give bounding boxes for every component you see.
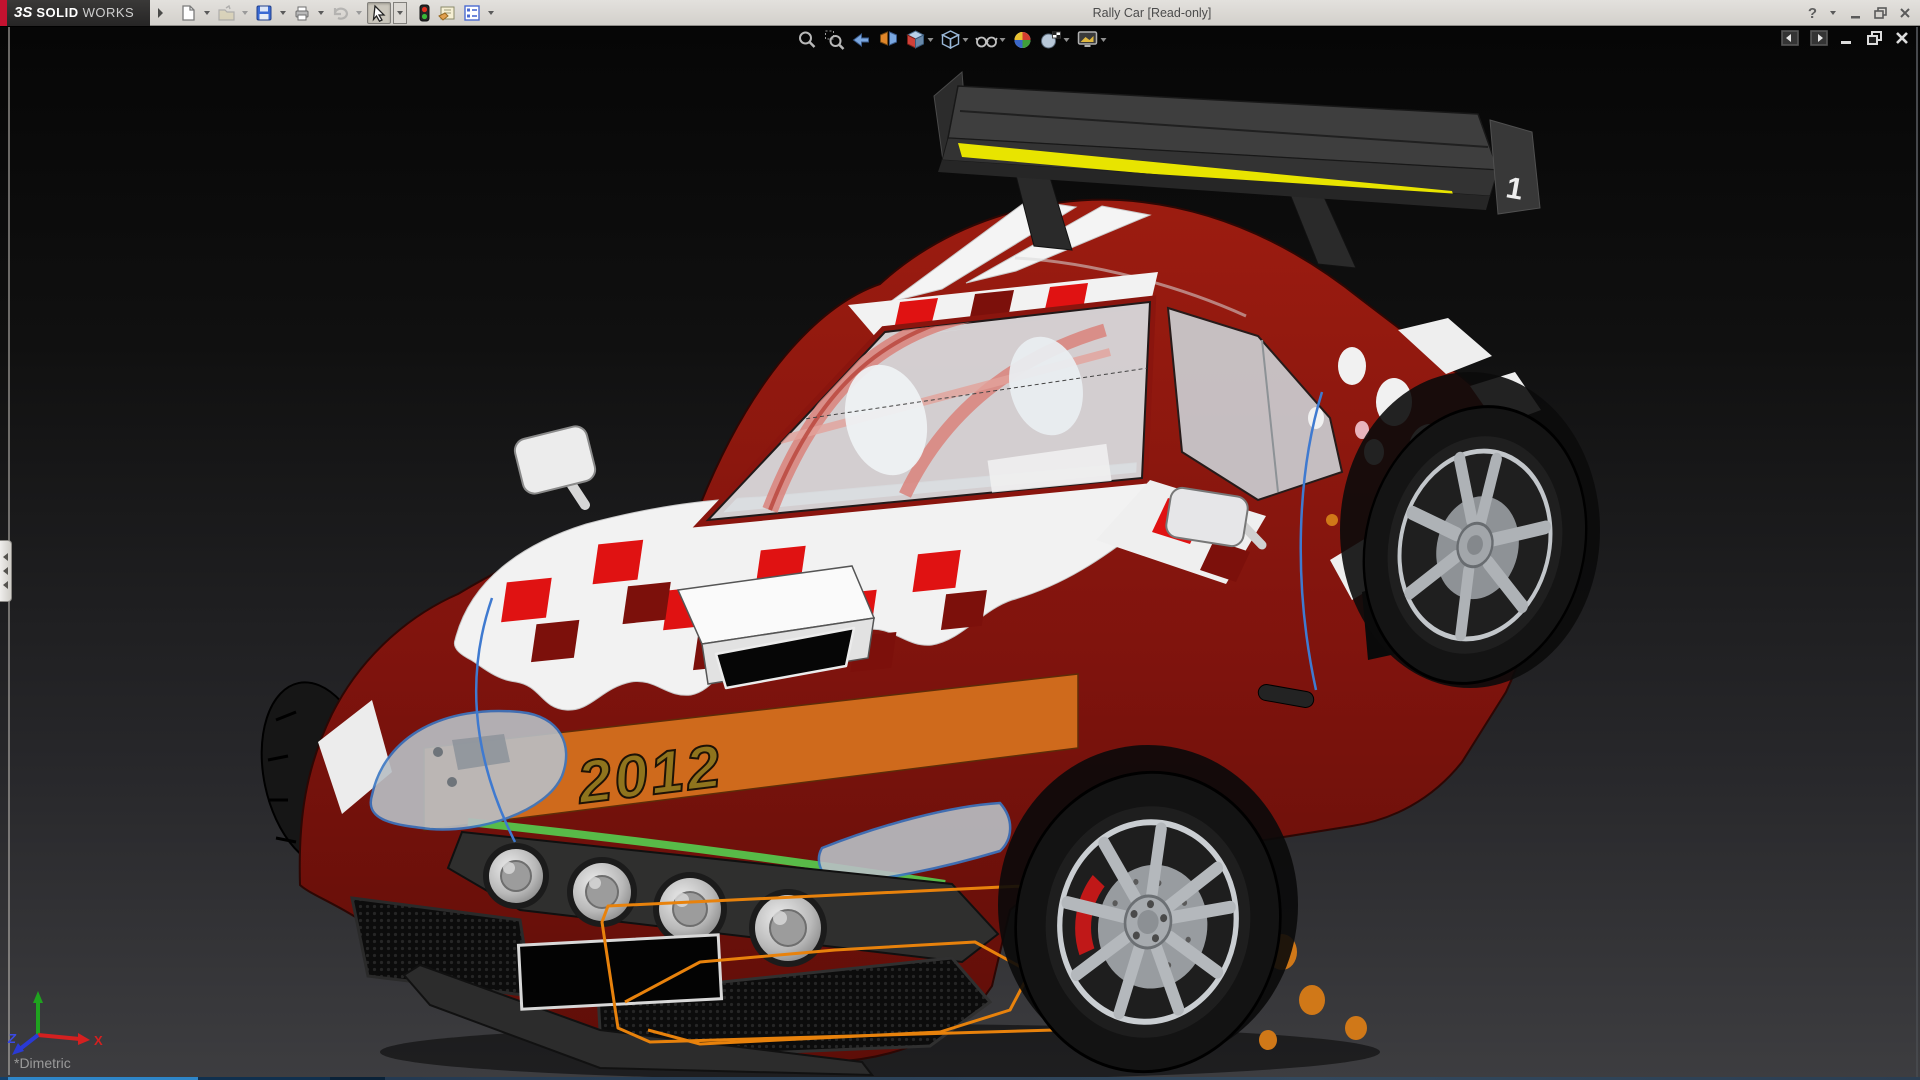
doc-restore-button[interactable] [1866,30,1883,46]
view-orientation-icon[interactable] [906,30,934,50]
license-plate-blank [518,935,721,1009]
collapse-arrow-icon [3,553,8,561]
options-button[interactable] [461,2,483,24]
left-mirror[interactable] [512,424,597,505]
section-view-icon[interactable] [879,30,899,50]
view-orientation-label: *Dimetric [14,1055,71,1071]
help-button[interactable]: ? [1808,5,1817,22]
zoom-to-fit-icon[interactable] [798,30,818,50]
collapse-arrow-icon [3,581,8,589]
document-window-controls [1781,30,1910,46]
edit-appearance-icon[interactable] [1013,30,1033,50]
minimize-button[interactable] [1849,6,1863,20]
apply-scene-dropdown[interactable] [1064,38,1070,42]
panel-expand-handle[interactable] [0,540,12,602]
hide-show-items-dropdown[interactable] [1000,38,1006,42]
close-button[interactable] [1898,6,1912,20]
select-dropdown[interactable] [393,2,407,24]
undo-button[interactable] [329,2,351,24]
orientation-triad: X Z [6,985,116,1065]
doc-minimize-button[interactable] [1839,30,1855,46]
pane-left-icon[interactable] [1781,30,1799,46]
solidworks-window: 2012 [0,0,1920,1080]
solidworks-logo: 3S SOLIDWORKS [0,0,150,26]
file-properties-button[interactable] [435,2,459,24]
window-title: Rally Car [Read-only] [1093,0,1212,26]
select-button[interactable] [367,2,391,24]
open-button[interactable] [215,2,237,24]
save-button[interactable] [253,2,275,24]
zoom-to-area-icon[interactable] [825,30,845,50]
doc-close-button[interactable] [1894,30,1910,46]
rebuild-button[interactable] [415,2,433,24]
standard-toolbar [163,2,497,24]
save-dropdown[interactable] [280,11,286,15]
title-toolbar-strip: 3S SOLIDWORKS [0,0,1920,26]
collapse-arrow-icon [3,567,8,575]
rally-car-model[interactable]: 2012 [0,0,1920,1080]
logo-red-strip [0,0,7,26]
view-orientation-dropdown[interactable] [928,38,934,42]
headsup-view-toolbar [798,30,1107,50]
display-style-dropdown[interactable] [963,38,969,42]
help-dropdown[interactable] [1830,11,1836,15]
previous-view-icon[interactable] [852,30,872,50]
display-style-icon[interactable] [941,30,969,50]
new-button[interactable] [177,2,199,24]
triad-z-label: Z [7,1031,17,1046]
hide-show-items-icon[interactable] [976,30,1006,50]
options-dropdown[interactable] [488,11,494,15]
open-dropdown[interactable] [242,11,248,15]
print-dropdown[interactable] [318,11,324,15]
window-border [1916,27,1918,1077]
new-dropdown[interactable] [204,11,210,15]
logo-mark: 3S [14,4,32,21]
print-button[interactable] [291,2,313,24]
pane-right-icon[interactable] [1810,30,1828,46]
view-settings-icon[interactable] [1077,30,1107,50]
restore-button[interactable] [1873,6,1888,20]
triad-x-label: X [94,1033,103,1048]
undo-dropdown[interactable] [356,11,362,15]
view-settings-dropdown[interactable] [1101,38,1107,42]
apply-scene-icon[interactable] [1040,30,1070,50]
